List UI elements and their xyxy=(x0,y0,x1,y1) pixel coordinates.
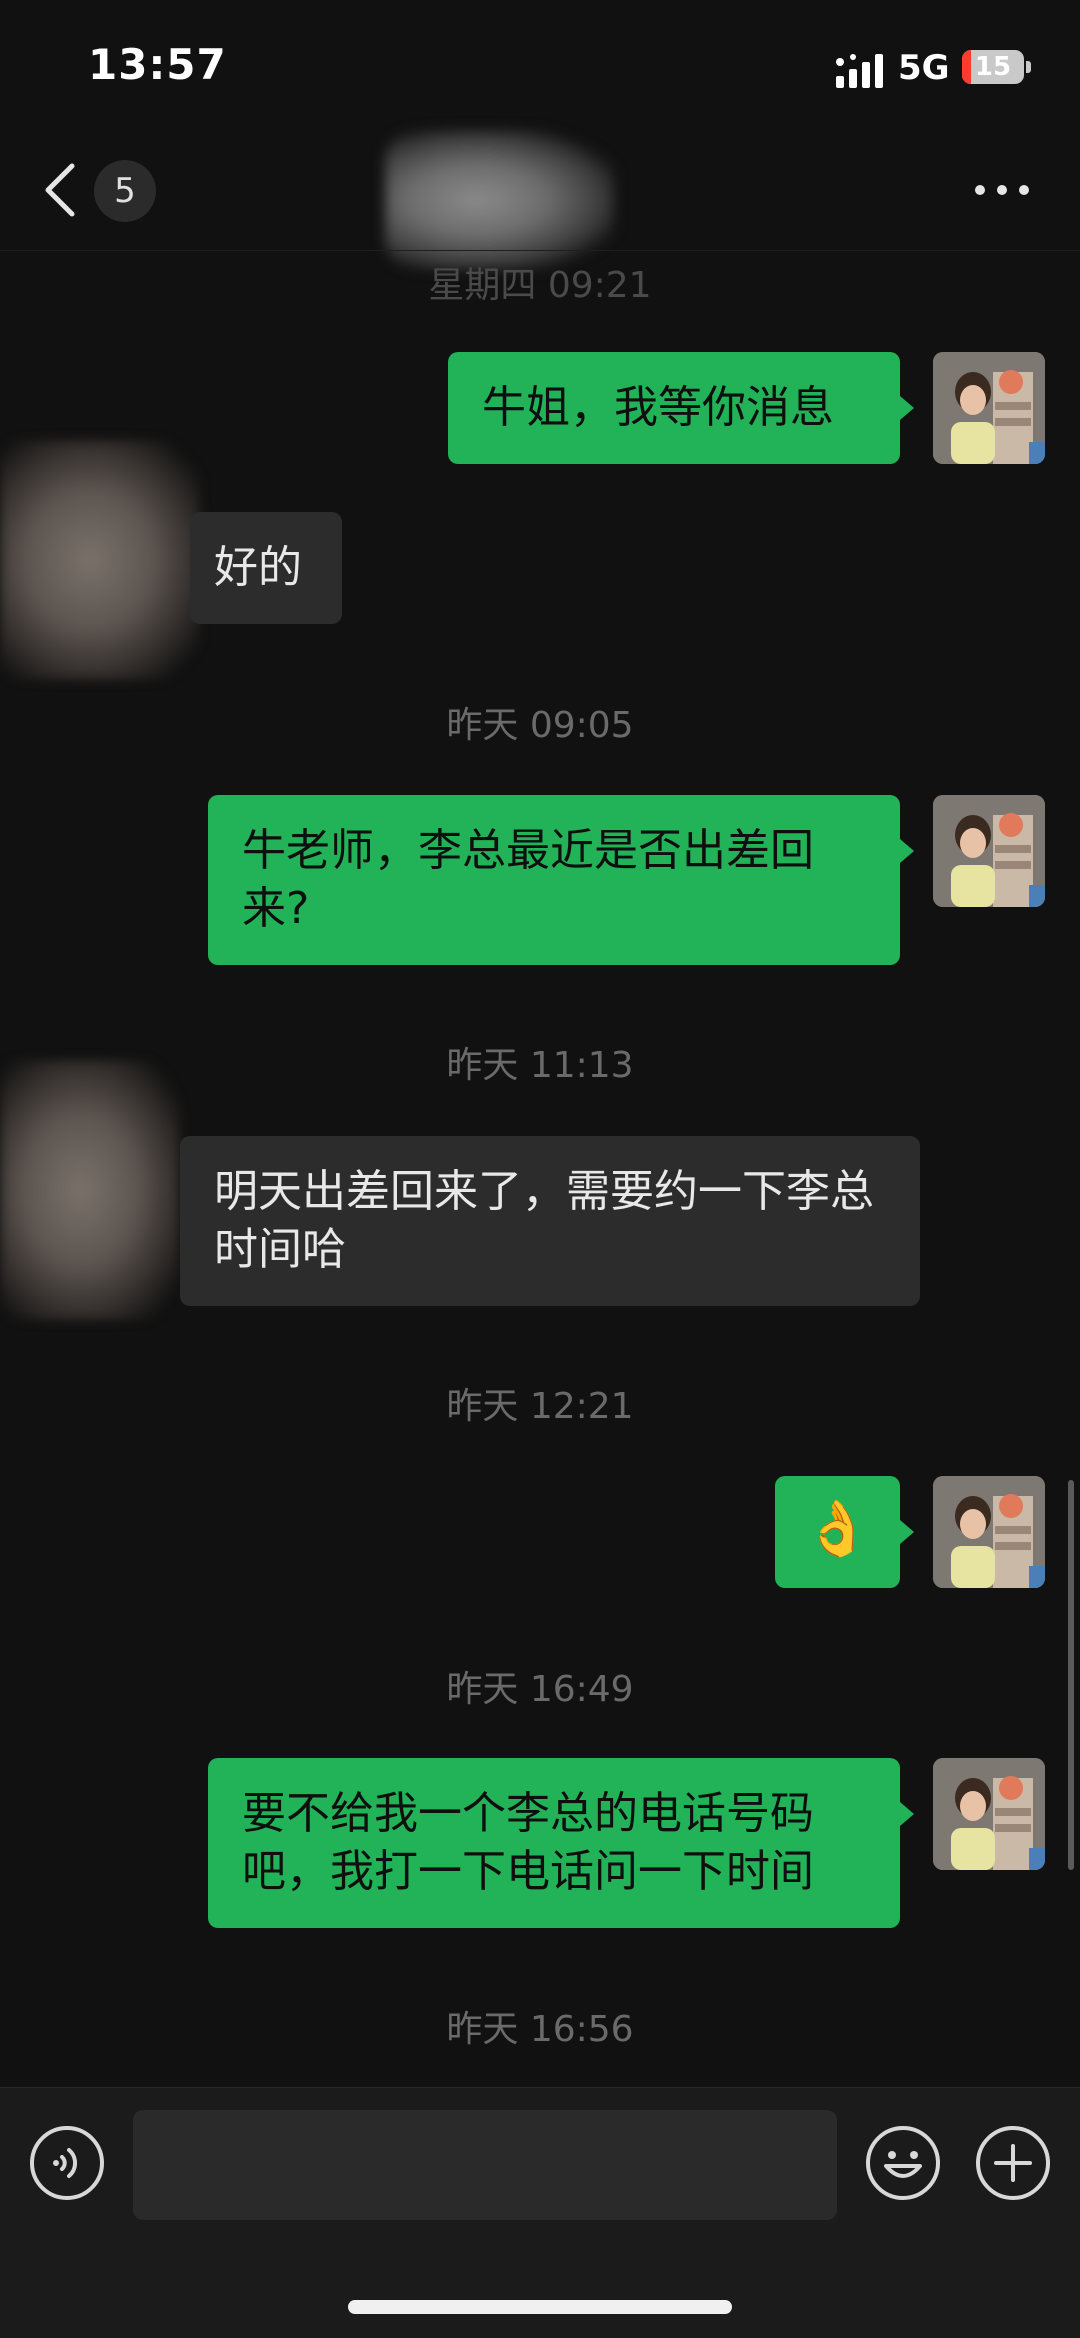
message-text: 牛老师，李总最近是否出差回来? xyxy=(242,825,814,934)
voice-icon[interactable] xyxy=(28,2124,106,2202)
battery-level: 15 xyxy=(974,52,1012,82)
my-avatar[interactable] xyxy=(933,795,1045,907)
blurred-contact-avatar[interactable] xyxy=(0,440,200,680)
message-bubble-outgoing[interactable]: 要不给我一个李总的电话号码吧，我打一下电话问一下时间 xyxy=(208,1758,900,1928)
blurred-contact-avatar[interactable] xyxy=(0,1060,180,1320)
message-bubble-incoming[interactable]: 好的 xyxy=(190,512,342,624)
battery-icon: 15 xyxy=(962,50,1024,84)
my-avatar[interactable] xyxy=(933,1476,1045,1588)
message-text: 好的 xyxy=(214,542,302,593)
bubble-tail xyxy=(900,839,914,863)
blurred-contact-name xyxy=(385,130,615,270)
network-type: 5G xyxy=(898,48,950,88)
timestamp: 星期四 09:21 xyxy=(428,265,652,306)
plus-icon[interactable] xyxy=(974,2124,1052,2202)
message-bubble-incoming[interactable]: 明天出差回来了，需要约一下李总时间哈 xyxy=(180,1136,920,1306)
message-text: 牛姐，我等你消息 xyxy=(482,382,834,433)
message-input[interactable] xyxy=(133,2110,837,2220)
timestamp: 昨天 16:56 xyxy=(446,2009,634,2050)
message-text: 要不给我一个李总的电话号码吧，我打一下电话问一下时间 xyxy=(242,1788,814,1897)
my-avatar[interactable] xyxy=(933,352,1045,464)
more-icon[interactable] xyxy=(972,172,1032,208)
timestamp: 昨天 12:21 xyxy=(446,1386,634,1427)
message-bubble-outgoing[interactable]: 牛老师，李总最近是否出差回来? xyxy=(208,795,900,965)
timestamp: 昨天 09:05 xyxy=(446,705,634,746)
bubble-tail xyxy=(900,1520,914,1544)
message-bubble-outgoing[interactable]: 牛姐，我等你消息 xyxy=(448,352,900,464)
timestamp: 昨天 16:49 xyxy=(446,1669,634,1710)
back-chevron-icon[interactable] xyxy=(38,160,84,220)
signal-icon xyxy=(836,54,883,88)
emoji-icon[interactable] xyxy=(864,2124,942,2202)
scrollbar[interactable] xyxy=(1068,1480,1074,1870)
my-avatar[interactable] xyxy=(933,1758,1045,1870)
message-bubble-outgoing[interactable]: 👌 xyxy=(775,1476,900,1588)
battery-tip xyxy=(1026,61,1031,73)
emoji-message: 👌 xyxy=(803,1497,872,1560)
unread-count-badge[interactable]: 5 xyxy=(94,160,156,222)
message-text: 明天出差回来了，需要约一下李总时间哈 xyxy=(214,1166,874,1275)
bubble-tail xyxy=(900,396,914,420)
bubble-tail xyxy=(900,1802,914,1826)
status-time: 13:57 xyxy=(88,40,227,89)
home-indicator[interactable] xyxy=(348,2300,732,2314)
nav-divider xyxy=(0,250,1080,251)
